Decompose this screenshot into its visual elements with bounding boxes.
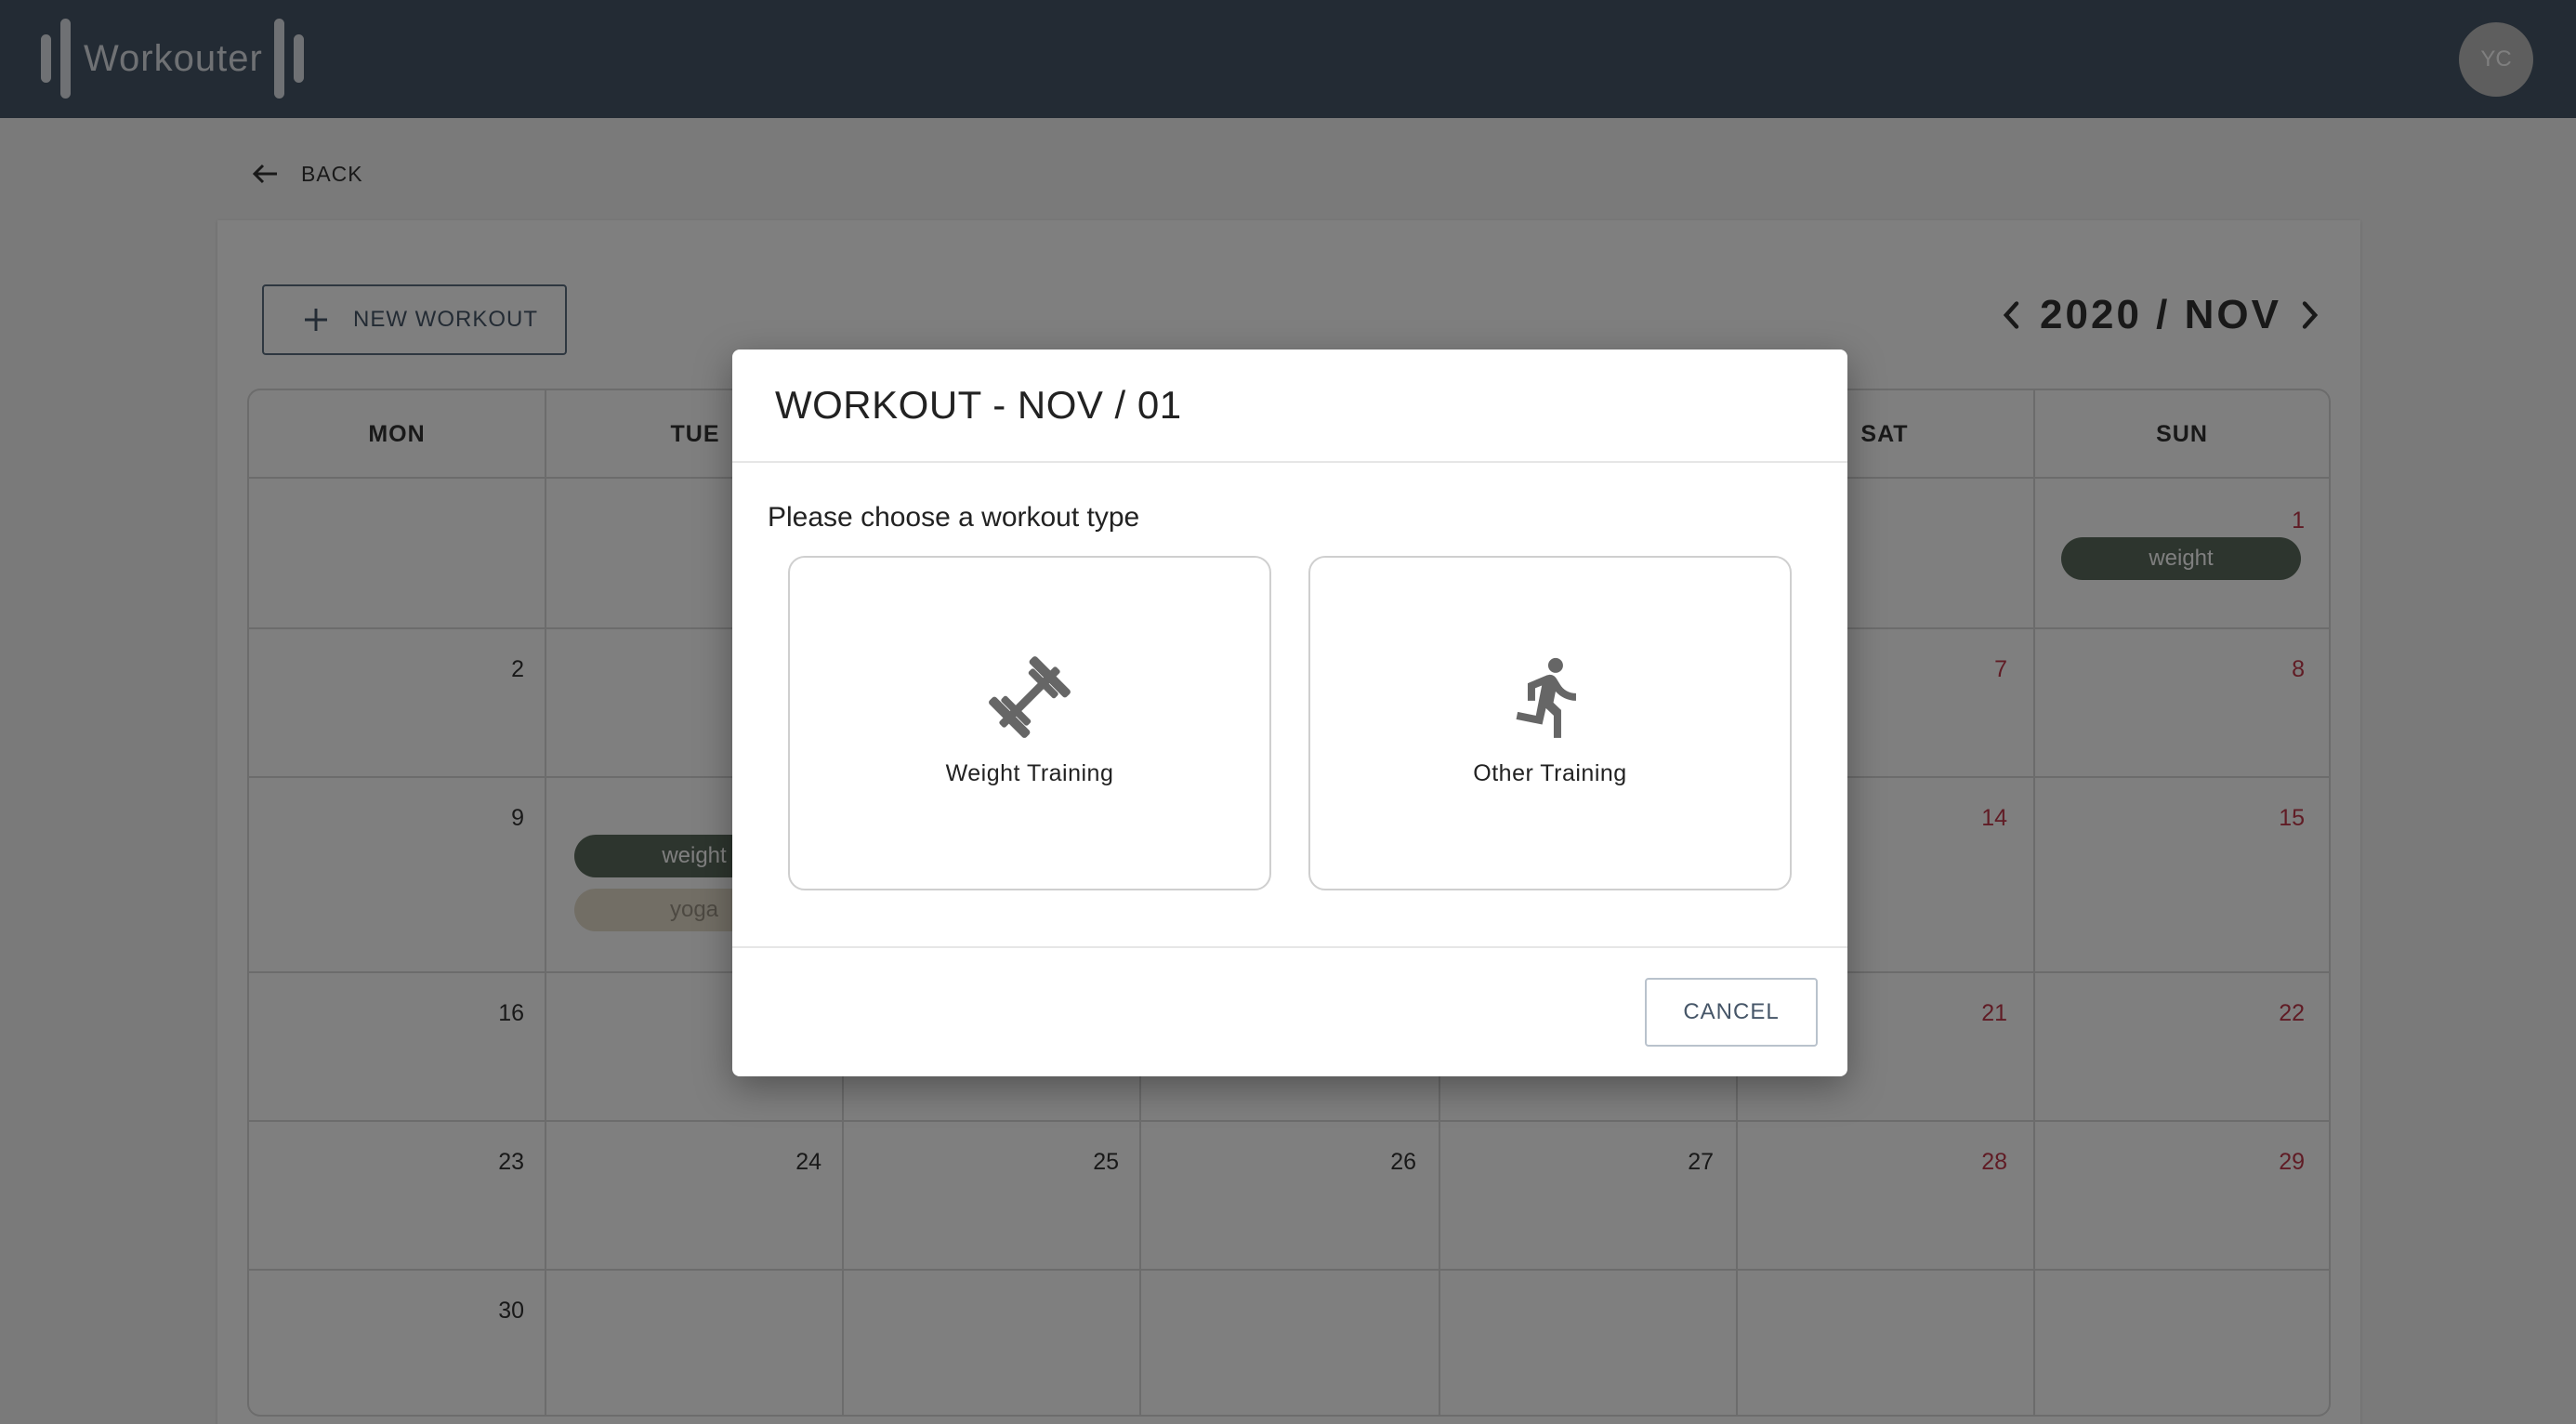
dialog-title: WORKOUT - NOV / 01 bbox=[775, 383, 1182, 427]
dumbbell-icon bbox=[989, 656, 1071, 738]
weight-training-option[interactable]: Weight Training bbox=[788, 556, 1271, 890]
cancel-button[interactable]: CANCEL bbox=[1645, 978, 1818, 1047]
other-training-option[interactable]: Other Training bbox=[1308, 556, 1792, 890]
workout-type-dialog: WORKOUT - NOV / 01 Please choose a worko… bbox=[732, 349, 1847, 1076]
divider bbox=[732, 461, 1847, 463]
dialog-prompt: Please choose a workout type bbox=[768, 502, 1140, 533]
running-person-icon bbox=[1516, 657, 1576, 738]
weight-training-label: Weight Training bbox=[945, 760, 1114, 786]
divider bbox=[732, 946, 1847, 948]
other-training-label: Other Training bbox=[1473, 760, 1627, 786]
